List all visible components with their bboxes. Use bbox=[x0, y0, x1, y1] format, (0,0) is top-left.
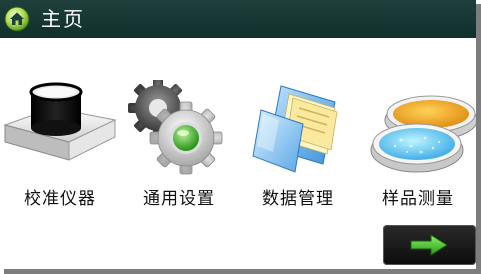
home-icon[interactable] bbox=[4, 6, 30, 32]
folder-icon bbox=[252, 85, 338, 173]
page-title: 主页 bbox=[41, 7, 85, 31]
arrow-right-icon bbox=[410, 234, 448, 256]
title-bar: 主页 bbox=[0, 0, 476, 38]
sample-dish-icon bbox=[370, 95, 476, 173]
frame-shadow bbox=[476, 4, 481, 274]
next-page-button[interactable] bbox=[383, 225, 476, 265]
sample-measurement-button[interactable]: 样品测量 bbox=[359, 80, 476, 220]
tile-label: 数据管理 bbox=[262, 189, 334, 209]
calibration-icon bbox=[3, 82, 117, 161]
tile-label: 样品测量 bbox=[382, 189, 454, 209]
main-screen: 主页 校准仪器 通用设置 数据管理 样品测量 bbox=[0, 0, 476, 269]
gear-icon bbox=[128, 80, 223, 175]
tile-label: 校准仪器 bbox=[24, 189, 96, 209]
tile-label: 通用设置 bbox=[143, 189, 215, 209]
data-management-button[interactable]: 数据管理 bbox=[239, 80, 357, 220]
frame-shadow bbox=[4, 269, 481, 274]
calibrate-instrument-button[interactable]: 校准仪器 bbox=[1, 80, 119, 220]
general-settings-button[interactable]: 通用设置 bbox=[120, 80, 238, 220]
